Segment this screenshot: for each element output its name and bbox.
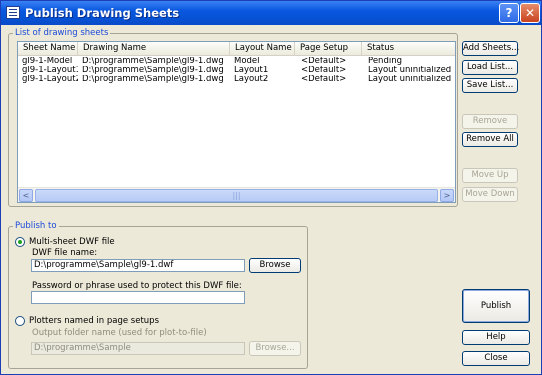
sheet-list-header: Sheet Name Drawing Name Layout Name Page… xyxy=(18,42,455,56)
sheet-list[interactable]: Sheet Name Drawing Name Layout Name Page… xyxy=(17,41,456,203)
cell-layout-name: Layout2 xyxy=(234,75,269,84)
cell-sheet-name: gl9-1-Layout2 xyxy=(22,75,78,84)
column-page-setup[interactable]: Page Setup xyxy=(295,42,362,55)
output-folder-input[interactable]: D:\programme\Sample xyxy=(31,342,245,355)
add-sheets-button[interactable]: Add Sheets... xyxy=(462,41,519,56)
cell-sheet-name: gl9-1-Model xyxy=(22,57,73,66)
title-bar[interactable]: Publish Drawing Sheets ? ✕ xyxy=(1,1,541,25)
window-title: Publish Drawing Sheets xyxy=(25,6,180,20)
column-layout-name[interactable]: Layout Name xyxy=(230,42,295,55)
app-icon xyxy=(6,6,20,19)
publish-button[interactable]: Publish xyxy=(462,289,530,323)
load-list-button[interactable]: Load List... xyxy=(462,60,518,75)
cell-page-setup: <Default> xyxy=(301,75,347,84)
cell-drawing-name: D:\programme\Sample\gl9-1.dwg xyxy=(82,75,224,84)
browse-output-button[interactable]: Browse... xyxy=(249,341,301,356)
publish-to-group-label: Publish to xyxy=(13,221,59,231)
close-icon[interactable]: ✕ xyxy=(520,3,540,23)
table-row[interactable]: gl9-1-Layout1 D:\programme\Sample\gl9-1.… xyxy=(18,66,455,75)
dwf-filename-input[interactable]: D:\programme\Sample\gl9-1.dwf xyxy=(31,259,245,272)
cell-sheet-name: gl9-1-Layout1 xyxy=(22,66,78,75)
remove-button[interactable]: Remove xyxy=(462,114,518,129)
cell-drawing-name: D:\programme\Sample\gl9-1.dwg xyxy=(82,66,224,75)
move-up-button[interactable]: Move Up xyxy=(462,168,518,183)
cell-page-setup: <Default> xyxy=(301,57,347,66)
cell-status: Layout uninitialized xyxy=(368,66,452,75)
dwf-filename-label: DWF file name: xyxy=(32,248,98,258)
output-folder-label: Output folder name (used for plot-to-fil… xyxy=(32,328,207,338)
publish-drawing-sheets-dialog: Publish Drawing Sheets ? ✕ List of drawi… xyxy=(0,0,542,375)
password-label: Password or phrase used to protect this … xyxy=(32,281,242,291)
column-status[interactable]: Status xyxy=(362,42,455,55)
scroll-left-button[interactable]: < xyxy=(19,189,33,202)
close-button[interactable]: Close xyxy=(462,351,530,366)
help-button[interactable]: Help xyxy=(462,330,530,345)
column-drawing-name[interactable]: Drawing Name xyxy=(78,42,230,55)
scroll-right-button[interactable]: > xyxy=(440,189,454,202)
cell-layout-name: Model xyxy=(234,57,260,66)
cell-status: Layout uninitialized xyxy=(368,75,452,84)
multi-sheet-dwf-radio[interactable] xyxy=(15,237,25,247)
scroll-thumb[interactable]: ||| xyxy=(35,189,438,202)
cell-drawing-name: D:\programme\Sample\gl9-1.dwg xyxy=(82,57,224,66)
cell-layout-name: Layout1 xyxy=(234,66,269,75)
table-row[interactable]: gl9-1-Model D:\programme\Sample\gl9-1.dw… xyxy=(18,57,455,66)
browse-button[interactable]: Browse xyxy=(249,258,301,273)
save-list-button[interactable]: Save List... xyxy=(462,78,518,93)
plotters-page-setups-radio[interactable] xyxy=(15,316,25,326)
cell-page-setup: <Default> xyxy=(301,66,347,75)
remove-all-button[interactable]: Remove All xyxy=(462,132,518,147)
column-sheet-name[interactable]: Sheet Name xyxy=(18,42,78,55)
cell-status: Pending xyxy=(368,57,402,66)
move-down-button[interactable]: Move Down xyxy=(462,187,518,202)
horizontal-scrollbar[interactable]: < ||| > xyxy=(18,187,455,202)
password-input[interactable] xyxy=(31,291,245,304)
sheet-list-group-label: List of drawing sheets xyxy=(13,28,111,38)
table-row[interactable]: gl9-1-Layout2 D:\programme\Sample\gl9-1.… xyxy=(18,75,455,84)
multi-sheet-dwf-label[interactable]: Multi-sheet DWF file xyxy=(29,237,115,247)
help-icon[interactable]: ? xyxy=(499,3,519,23)
plotters-page-setups-label[interactable]: Plotters named in page setups xyxy=(29,316,159,326)
